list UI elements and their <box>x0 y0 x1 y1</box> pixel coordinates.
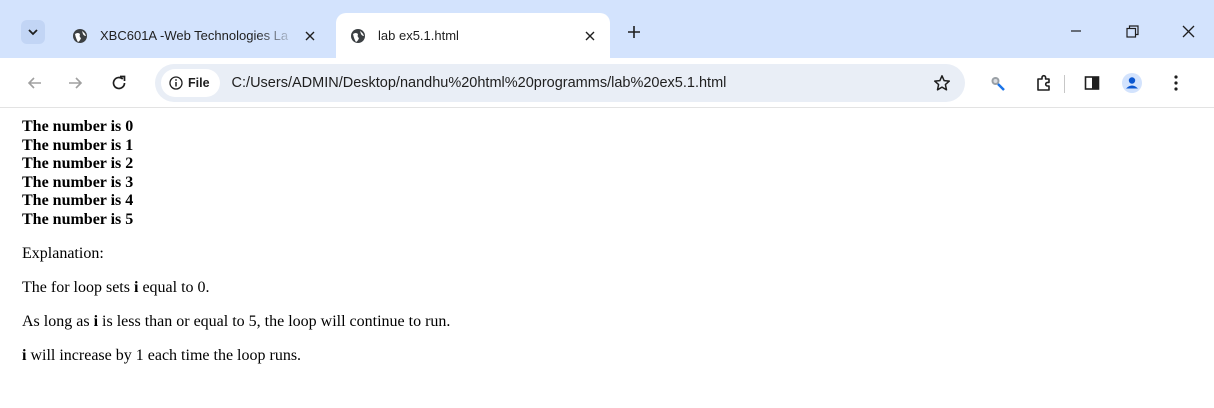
number-line: The number is 1 <box>22 136 134 154</box>
minimize-icon <box>1071 30 1081 32</box>
toolbar-divider <box>1064 75 1065 93</box>
tab-title: lab ex5.1.html <box>378 28 459 43</box>
restore-button[interactable] <box>1110 14 1154 48</box>
text-run: As long as <box>22 313 94 330</box>
info-icon <box>169 76 183 90</box>
back-button[interactable] <box>21 69 49 97</box>
tab-close-button[interactable] <box>296 22 324 50</box>
tab-search-button[interactable] <box>21 20 45 44</box>
extension-button[interactable] <box>984 69 1012 97</box>
side-panel-icon <box>1084 76 1100 90</box>
close-icon <box>585 31 595 40</box>
page-content: The number is 0 The number is 1 The numb… <box>22 118 1202 365</box>
back-icon <box>27 77 41 89</box>
globe-icon <box>73 28 87 43</box>
text-run: will increase by 1 each time the loop ru… <box>26 347 302 364</box>
browser-toolbar: File C:/Users/ADMIN/Desktop/nandhu%20htm… <box>0 58 1214 108</box>
extension-icon <box>991 77 1005 91</box>
explanation-heading: Explanation: <box>22 245 104 262</box>
bookmark-button[interactable] <box>929 70 955 96</box>
text-run: is less than or equal to 5, the loop wil… <box>98 313 451 330</box>
tab-lab-ex5[interactable]: lab ex5.1.html <box>336 13 610 58</box>
site-info-chip[interactable]: File <box>161 69 220 97</box>
number-line: The number is 4 <box>22 192 134 209</box>
address-bar[interactable]: File C:/Users/ADMIN/Desktop/nandhu%20htm… <box>155 64 965 102</box>
tab-xbc601a[interactable]: XBC601A -Web Technologies La <box>58 13 330 58</box>
number-line: The number is 2 <box>22 155 134 172</box>
new-tab-button[interactable] <box>620 18 648 46</box>
explanation-paragraph-1: The for loop sets i equal to 0. <box>22 279 1202 297</box>
extensions-button[interactable] <box>1030 69 1058 97</box>
reload-button[interactable] <box>105 69 133 97</box>
restore-icon <box>1125 24 1139 38</box>
tab-title: XBC601A -Web Technologies La <box>100 28 289 43</box>
number-line: The number is 5 <box>22 210 134 228</box>
profile-icon <box>1122 73 1142 93</box>
tab-strip: XBC601A -Web Technologies La lab ex5.1.h… <box>0 0 1214 58</box>
star-icon <box>933 75 951 91</box>
extension-puzzle-icon <box>1037 74 1050 91</box>
text-run: The for loop sets <box>22 279 134 296</box>
profile-button[interactable] <box>1118 69 1146 97</box>
close-icon <box>1182 25 1194 37</box>
side-panel-button[interactable] <box>1078 69 1106 97</box>
globe-icon <box>351 28 365 43</box>
reload-icon <box>112 75 126 90</box>
minimize-button[interactable] <box>1054 14 1098 48</box>
forward-button[interactable] <box>61 69 89 97</box>
text-run: equal to 0. <box>138 279 210 296</box>
explanation-paragraph-3: i will increase by 1 each time the loop … <box>22 347 1202 365</box>
close-window-button[interactable] <box>1166 14 1210 48</box>
explanation-paragraph-2: As long as i is less than or equal to 5,… <box>22 313 1202 331</box>
number-line: The number is 0 <box>22 118 134 135</box>
tab-search-icon <box>28 29 38 36</box>
close-icon <box>305 31 315 40</box>
tab-close-button[interactable] <box>576 22 604 50</box>
menu-button[interactable] <box>1162 69 1190 97</box>
plus-icon <box>628 26 640 38</box>
url-text[interactable]: C:/Users/ADMIN/Desktop/nandhu%20html%20p… <box>232 75 727 91</box>
number-line: The number is 3 <box>22 173 134 191</box>
kebab-menu-icon <box>1174 75 1178 91</box>
forward-icon <box>69 77 83 89</box>
site-info-label: File <box>188 76 210 90</box>
